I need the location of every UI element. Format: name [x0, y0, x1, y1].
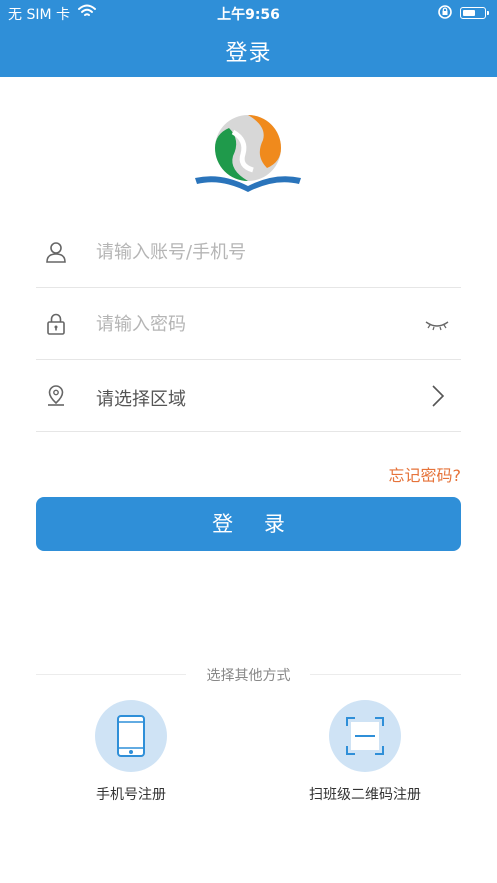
phone-icon — [117, 715, 145, 757]
forgot-password-link[interactable]: 忘记密码? — [389, 462, 462, 486]
scan-register-label: 扫班级二维码注册 — [309, 787, 421, 803]
account-input[interactable] — [96, 236, 396, 268]
user-icon — [44, 240, 68, 264]
header-bar: 无 SIM 卡 上午9:56 登录 — [0, 0, 497, 77]
password-row — [36, 288, 461, 360]
lock-icon — [44, 312, 68, 336]
scan-register-circle[interactable] — [329, 700, 401, 772]
eye-closed-icon[interactable] — [423, 312, 451, 336]
login-button[interactable]: 登 录 — [36, 497, 461, 551]
phone-register-circle[interactable] — [95, 700, 167, 772]
battery-icon — [460, 7, 489, 19]
clock: 上午9:56 — [217, 7, 280, 23]
scan-icon — [346, 717, 384, 755]
region-label: 请选择区域 — [96, 389, 186, 410]
password-input[interactable] — [96, 308, 396, 340]
chevron-right-icon — [423, 384, 451, 408]
account-row — [36, 216, 461, 288]
location-pin-icon — [44, 384, 68, 408]
rotation-lock-icon — [437, 4, 453, 24]
other-methods-label: 选择其他方式 — [206, 668, 291, 684]
phone-register-option[interactable]: 手机号注册 — [75, 700, 187, 804]
scan-register-option[interactable]: 扫班级二维码注册 — [295, 700, 435, 804]
page-title: 登录 — [225, 41, 272, 66]
app-logo — [193, 110, 303, 198]
status-bar: 无 SIM 卡 上午9:56 — [0, 0, 497, 26]
region-row[interactable]: 请选择区域 — [36, 360, 461, 432]
phone-register-label: 手机号注册 — [96, 787, 166, 803]
